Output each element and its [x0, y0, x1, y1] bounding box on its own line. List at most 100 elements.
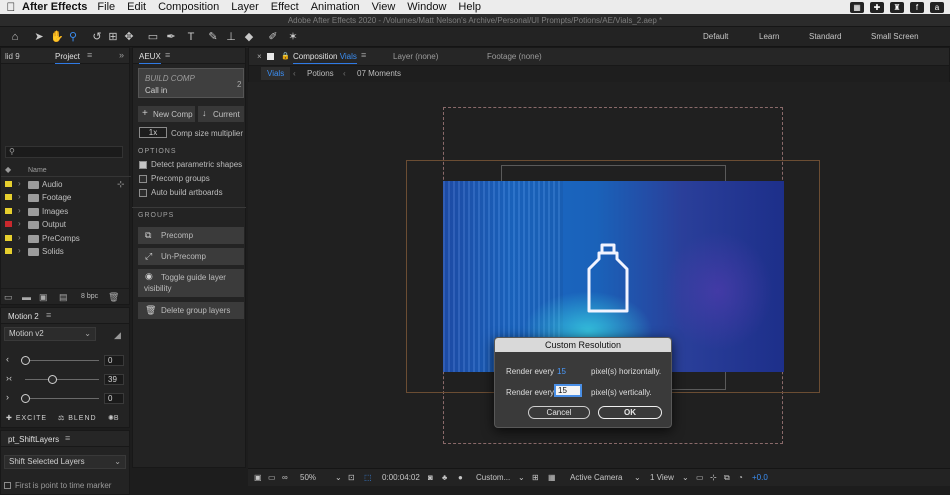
new-comp-icon[interactable]: ▣: [39, 292, 48, 303]
layer-nav-icon[interactable]: ⧉: [724, 473, 730, 483]
menu-view[interactable]: View: [372, 1, 396, 13]
precomp-button[interactable]: ⧉ Precomp: [138, 227, 244, 244]
eraser-tool-icon[interactable]: ◆: [242, 30, 256, 44]
snapshot-icon[interactable]: ◙: [428, 473, 433, 482]
tab-aeux[interactable]: AEUX: [139, 52, 161, 64]
scale-field[interactable]: 1x: [139, 127, 167, 138]
label-color-swatch[interactable]: [5, 194, 12, 201]
camera-chevron-icon[interactable]: ⌄: [634, 473, 641, 482]
glasses-icon[interactable]: ∞: [282, 473, 288, 482]
chevron-right-icon[interactable]: ›: [18, 179, 21, 188]
pen-tool-icon[interactable]: ✒: [164, 30, 178, 44]
rectangle-tool-icon[interactable]: ▭: [146, 30, 160, 44]
show-snapshot-icon[interactable]: ♣: [442, 473, 447, 482]
slider-value[interactable]: 0: [104, 355, 124, 366]
tab-composition[interactable]: Composition Vials: [293, 52, 357, 64]
label-color-swatch[interactable]: [5, 221, 12, 228]
app-menu[interactable]: After Effects: [22, 1, 87, 13]
hand-tool-icon[interactable]: ✋: [50, 30, 64, 44]
option-checkbox[interactable]: [139, 161, 147, 169]
comp-menu-icon[interactable]: ≡: [361, 51, 369, 60]
amazon-icon[interactable]: a: [930, 1, 944, 13]
workspace-default[interactable]: Default: [703, 32, 728, 41]
cancel-button[interactable]: Cancel: [528, 406, 590, 419]
workspace-learn[interactable]: Learn: [759, 32, 779, 41]
font-icon[interactable]: f: [910, 1, 924, 13]
monitor-icon[interactable]: ▭: [268, 473, 276, 482]
color-channel-icon[interactable]: ●: [458, 473, 463, 482]
excite-button[interactable]: ✚ EXCITE: [6, 414, 47, 422]
resolution-dropdown[interactable]: Custom...: [476, 473, 510, 482]
views-chevron-icon[interactable]: ⌄: [682, 473, 689, 482]
selection-tool-icon[interactable]: ➤: [32, 30, 46, 44]
reset-exposure-icon[interactable]: ◔: [738, 473, 743, 482]
un-precomp-button[interactable]: ⤢ Un-Precomp: [138, 248, 244, 265]
shift-dropdown[interactable]: Shift Selected Layers ⌄: [4, 455, 126, 469]
menu-composition[interactable]: Composition: [158, 1, 219, 13]
left-strip-tab-label[interactable]: lid 9: [5, 52, 20, 61]
column-name[interactable]: Name: [28, 167, 47, 174]
label-color-swatch[interactable]: [5, 234, 12, 241]
project-item-precomps[interactable]: › PreComps: [1, 232, 126, 245]
camera-tool-icon[interactable]: ⊞: [106, 30, 120, 44]
project-item-images[interactable]: › Images: [1, 205, 126, 218]
crumb-vials[interactable]: Vials: [261, 67, 291, 80]
menu-layer[interactable]: Layer: [231, 1, 259, 13]
chevron-right-icon[interactable]: ›: [18, 192, 21, 201]
grid-icon[interactable]: ▦: [850, 1, 864, 13]
bit-depth[interactable]: 8 bpc: [81, 293, 98, 300]
plus-icon[interactable]: ✚: [870, 1, 884, 13]
expand-panels-icon[interactable]: »: [119, 51, 127, 60]
project-item-solids[interactable]: › Solids: [1, 245, 126, 258]
menu-window[interactable]: Window: [407, 1, 446, 13]
motion-preset-dropdown[interactable]: Motion v2 ⌄: [4, 327, 96, 341]
zoom-level[interactable]: 50%: [300, 473, 316, 482]
blend-button[interactable]: ⚖ BLEND: [58, 414, 97, 422]
project-item-output[interactable]: › Output: [1, 218, 126, 231]
label-color-swatch[interactable]: [5, 207, 12, 214]
transparency-grid-icon[interactable]: ▦: [548, 473, 556, 482]
horizontal-value[interactable]: 15: [557, 367, 566, 376]
close-tab-icon[interactable]: ×: [257, 52, 262, 61]
clone-stamp-tool-icon[interactable]: ⊥: [224, 30, 238, 44]
type-tool-icon[interactable]: T: [184, 30, 198, 44]
home-icon[interactable]: ⌂: [8, 30, 22, 44]
camera-dropdown[interactable]: Active Camera: [570, 473, 622, 482]
puppet-tool-icon[interactable]: ✶: [286, 30, 300, 44]
flowchart-icon[interactable]: ⊹: [710, 473, 717, 482]
motion-menu-icon[interactable]: ≡: [46, 311, 54, 320]
zoom-tool-icon[interactable]: ⚲: [66, 30, 80, 44]
slider-knob[interactable]: [21, 394, 30, 403]
graph-icon[interactable]: ◢: [114, 330, 121, 341]
project-menu-icon[interactable]: ≡: [87, 51, 95, 60]
fit-icon[interactable]: ⊡: [348, 473, 355, 482]
slider-knob[interactable]: [21, 356, 30, 365]
shirt-icon[interactable]: ♜: [890, 1, 904, 13]
vertical-value-input[interactable]: 15: [554, 384, 582, 397]
tab-shift-layers[interactable]: pt_ShiftLayers: [8, 435, 59, 444]
workspace-small-screen[interactable]: Small Screen: [871, 32, 919, 41]
resolution-chevron-icon[interactable]: ⌄: [518, 473, 525, 482]
burst-button[interactable]: ✺B: [108, 414, 119, 422]
menu-edit[interactable]: Edit: [127, 1, 146, 13]
timecode[interactable]: 0:00:04:02: [382, 473, 420, 482]
brush-tool-icon[interactable]: ✎: [206, 30, 220, 44]
views-dropdown[interactable]: 1 View: [650, 473, 674, 482]
tab-motion[interactable]: Motion 2: [8, 312, 39, 321]
zoom-chevron-icon[interactable]: ⌄: [335, 473, 342, 482]
roto-brush-tool-icon[interactable]: ✐: [266, 30, 280, 44]
project-item-audio[interactable]: › Audio: [1, 178, 126, 191]
apple-menu-icon[interactable]: : [0, 0, 22, 14]
rotate-tool-icon[interactable]: ↺: [90, 30, 104, 44]
flowchart-icon[interactable]: ⊹: [117, 179, 125, 190]
crumb-moments[interactable]: 07 Moments: [357, 69, 401, 78]
shift-hint-checkbox[interactable]: [4, 482, 11, 489]
interpret-footage-icon[interactable]: ▭: [4, 292, 13, 303]
ok-button[interactable]: OK: [598, 406, 662, 419]
slider-value[interactable]: 39: [104, 374, 124, 385]
fast-preview-icon[interactable]: ⊞: [532, 473, 539, 482]
crumb-potions[interactable]: Potions: [307, 69, 334, 78]
menu-file[interactable]: File: [97, 1, 115, 13]
tab-footage[interactable]: Footage (none): [487, 52, 542, 61]
exposure-value[interactable]: +0.0: [752, 473, 768, 482]
